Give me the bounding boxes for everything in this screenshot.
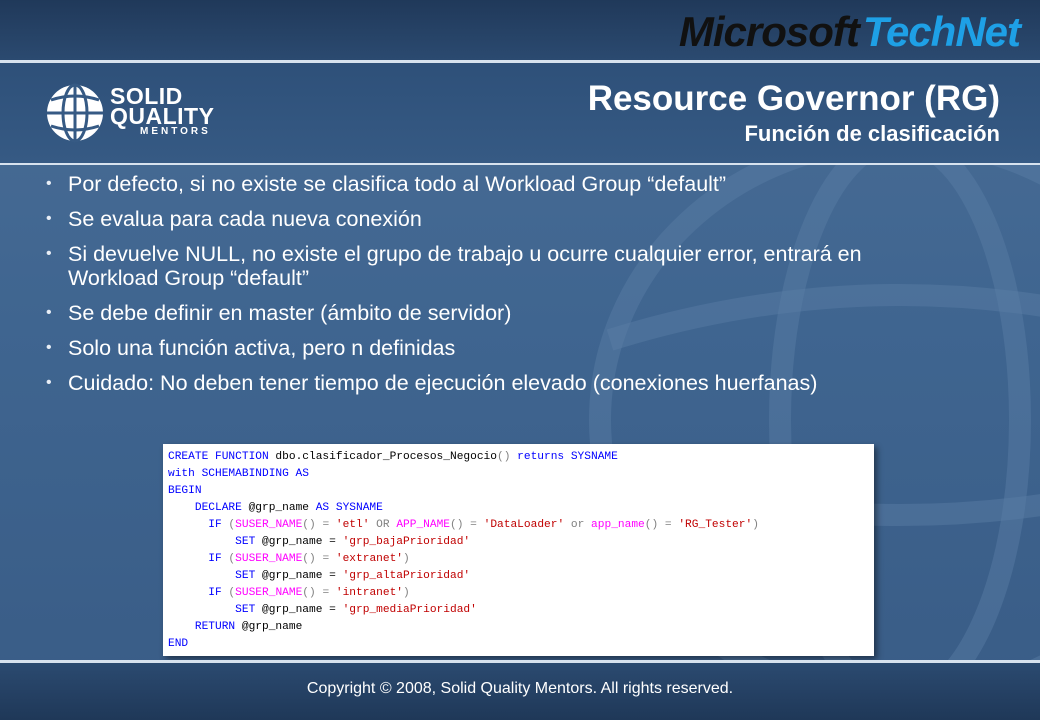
code-line: SET @grp_name = 'grp_altaPrioridad' [168,570,471,582]
code-line: IF (SUSER_NAME() = 'intranet') [168,587,410,599]
bullet-text: Cuidado: No deben tener tiempo de ejecuc… [68,371,818,395]
bullet-dot-icon: • [46,339,52,356]
code-line: SET @grp_name = 'grp_bajaPrioridad' [168,536,471,548]
code-line: IF (SUSER_NAME() = 'etl' OR APP_NAME() =… [168,519,759,531]
code-line: BEGIN [168,485,202,497]
bullet-item: • Si devuelve NULL, no existe el grupo de… [44,242,948,290]
code-line: CREATE FUNCTION dbo.clasificador_Proceso… [168,451,618,463]
bullet-text: Se debe definir en master (ámbito de ser… [68,301,512,325]
bullet-item: • Se debe definir en master (ámbito de se… [44,301,1024,325]
bullet-dot-icon: • [46,245,52,262]
divider-header [0,163,1040,165]
sqm-line-2: QUALITY [110,103,215,129]
code-block: CREATE FUNCTION dbo.clasificador_Proceso… [163,444,874,658]
code-line: END [168,638,189,650]
bullet-item: • Solo una función activa, pero n definid… [44,336,1024,360]
technet-wordmark: TechNet [862,8,1021,55]
bullet-item: • Cuidado: No deben tener tiempo de ejecu… [44,371,1024,395]
sqm-wordmark: SOLID QUALITY MENTORS [110,85,215,138]
bullet-item: • Se evalua para cada nueva conexión [44,207,1024,231]
bullet-list: • Por defecto, si no existe se clasifica … [44,172,1024,406]
code-line: IF (SUSER_NAME() = 'extranet') [168,553,410,565]
slide-title-block: Resource Governor (RG) Función de clasif… [588,78,1000,148]
solid-quality-mentors-logo: SOLID QUALITY MENTORS [44,82,284,143]
slide-subtitle: Función de clasificación [744,121,1000,146]
code-snippet: CREATE FUNCTION dbo.clasificador_Proceso… [163,444,874,656]
bullet-dot-icon: • [46,374,52,391]
code-line: RETURN @grp_name [168,621,303,633]
microsoft-technet-logo: Microsoft TechNet [678,8,1021,55]
bullet-dot-icon: • [46,304,52,321]
sqm-line-3: MENTORS [140,126,211,137]
bullet-text: Si devuelve NULL, no existe el grupo de … [68,242,862,290]
code-line: with SCHEMABINDING AS [168,468,309,480]
slide-title: Resource Governor (RG) [587,79,1000,118]
code-line: DECLARE @grp_name AS SYSNAME [168,502,383,514]
bullet-dot-icon: • [46,175,52,192]
bullet-item: • Por defecto, si no existe se clasifica … [44,172,1024,196]
copyright-text: Copyright © 2008, Solid Quality Mentors.… [306,680,734,697]
bullet-text: Solo una función activa, pero n definida… [68,336,456,360]
bullet-dot-icon: • [46,210,52,227]
bullet-text: Por defecto, si no existe se clasifica t… [68,172,727,196]
globe-logo-icon [47,83,103,143]
code-line: SET @grp_name = 'grp_mediaPrioridad' [168,604,477,616]
microsoft-wordmark: Microsoft [678,8,860,55]
bullet-text: Se evalua para cada nueva conexión [68,207,422,231]
